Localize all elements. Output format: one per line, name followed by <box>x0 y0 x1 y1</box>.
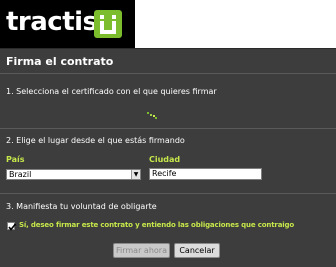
divider <box>0 73 336 74</box>
country-select[interactable]: Brazil ▼ <box>6 169 141 180</box>
divider <box>0 193 336 194</box>
cancel-button[interactable]: Cancelar <box>174 243 220 258</box>
step-1-label: 1. Selecciona el certificado con el que … <box>6 87 217 96</box>
sign-contract-panel: Firma el contrato 1. Selecciona el certi… <box>0 48 336 267</box>
country-select-value: Brazil <box>9 170 32 179</box>
step-2-label: 2. Elige el lugar desde el que estás fir… <box>6 136 185 145</box>
dialog-title: Firma el contrato <box>6 55 114 68</box>
step-3-label: 3. Manifiesta tu voluntad de obligarte <box>6 202 157 211</box>
divider <box>0 128 336 129</box>
city-label: Ciudad <box>149 155 181 164</box>
country-label: País <box>6 155 25 164</box>
city-input[interactable]: Recife <box>149 168 262 180</box>
chevron-down-icon[interactable]: ▼ <box>131 170 140 179</box>
loading-spinner-icon <box>146 105 158 119</box>
consent-label[interactable]: Sí, deseo firmar este contrato y entiend… <box>19 221 294 229</box>
brand-name: tractis <box>6 7 98 37</box>
logo-bar: tractis <box>0 0 135 48</box>
sign-now-button[interactable]: Firmar ahora <box>113 243 170 258</box>
consent-checkbox[interactable] <box>7 222 17 231</box>
tractis-logo-icon <box>94 10 122 38</box>
